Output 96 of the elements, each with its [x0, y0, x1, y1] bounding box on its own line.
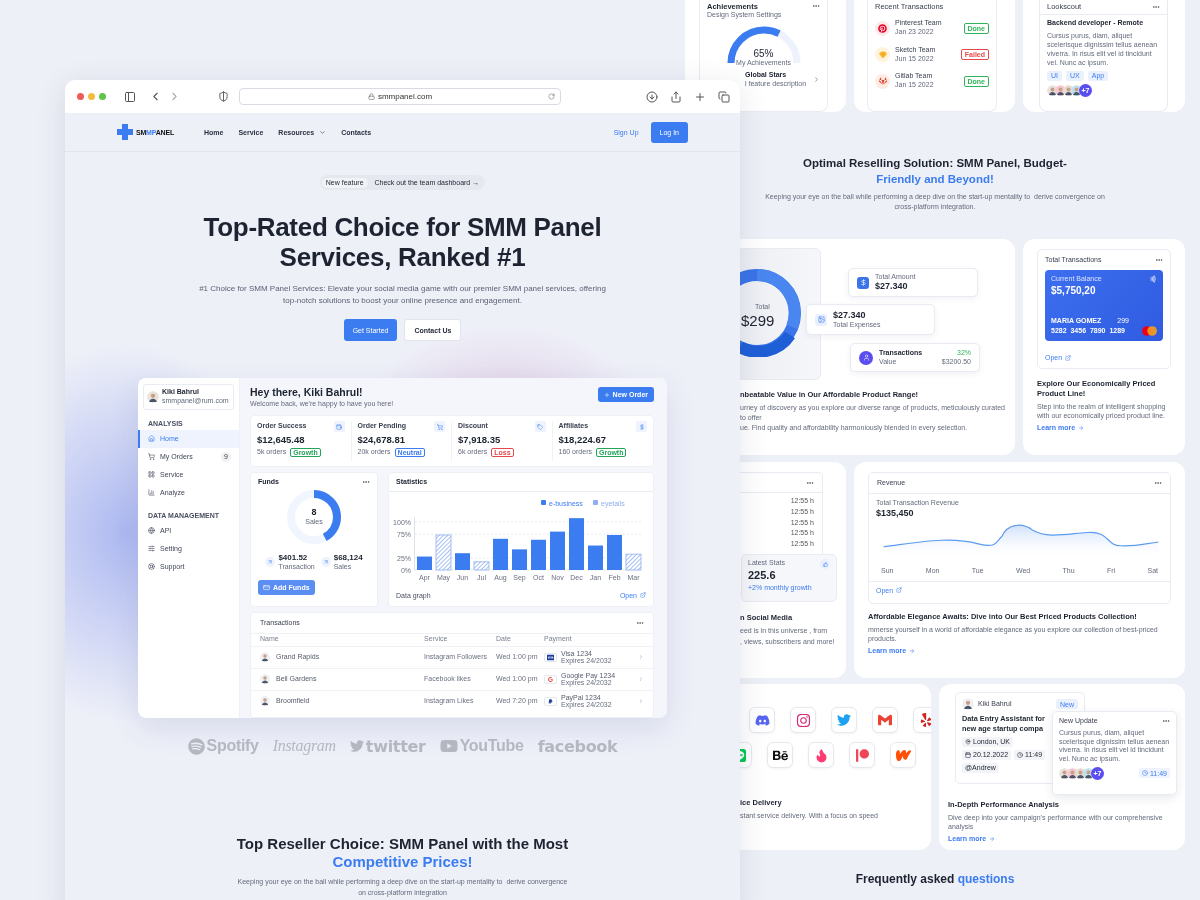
payment-logo-icon: [544, 696, 557, 706]
y-axis-line: [414, 516, 415, 571]
chevron-icon[interactable]: [813, 76, 820, 84]
thumbs-up-icon: [820, 559, 830, 569]
new-tab-icon[interactable]: [694, 90, 706, 103]
wallet-icon: [333, 421, 345, 433]
bird-app-icon: [831, 707, 857, 733]
download-icon[interactable]: [646, 90, 658, 103]
patreon-app-icon: [849, 742, 875, 768]
pin-icon: [875, 20, 890, 36]
hero-subtitle: #1 Choice for SMM Panel Services: Elevate your social media game with our premier SMM panel services, offering top-notch solutions to boost your online presence and engagement.: [198, 283, 607, 307]
more-icon[interactable]: [806, 479, 814, 487]
figure-value: $68,124: [333, 552, 363, 563]
calendar-icon: [965, 751, 971, 758]
chat-app-icon: [749, 707, 775, 733]
brand-logo: Spotify: [206, 737, 259, 756]
url-text: smmpanel.com: [377, 91, 433, 102]
avatar: [147, 390, 159, 403]
globe-icon: [148, 527, 155, 535]
avatar: [962, 698, 974, 710]
avatar: [260, 674, 270, 685]
more-icon[interactable]: [812, 2, 820, 10]
shield-icon[interactable]: [218, 91, 229, 102]
bar-chart-icon: [148, 489, 155, 497]
sliders-icon: [148, 545, 155, 553]
section-title-accent: Friendly and Beyond!: [876, 171, 994, 187]
cart-icon: [148, 453, 155, 461]
revenue-value: $135,450: [876, 507, 914, 519]
close-icon[interactable]: [77, 93, 84, 100]
dollar-icon: [636, 421, 647, 433]
brand-logo: twitter: [365, 736, 426, 756]
lifebuoy-icon: [148, 563, 155, 571]
share-icon[interactable]: [670, 90, 682, 103]
plus-icon: [603, 391, 610, 398]
donut-chart: [286, 488, 342, 545]
cart-icon: [434, 421, 445, 433]
brand-logo: Instagram: [272, 737, 336, 756]
payment-logo-icon: [544, 674, 557, 684]
amount-value: $27.340: [875, 281, 908, 293]
wave-app-icon: [890, 742, 916, 768]
grid-icon: [148, 471, 155, 479]
behance-app-icon: [767, 742, 793, 768]
fox-icon: [875, 73, 890, 89]
hero-title: Top-Rated Choice for SMM Panel: [203, 212, 602, 242]
pin-icon: [965, 738, 971, 745]
bird-icon: [349, 739, 364, 754]
section-title: Optimal Reselling Solution: SMM Panel, Budget-: [803, 156, 1067, 171]
dollar-icon: [857, 276, 869, 289]
address-bar[interactable]: smmpanel.com: [239, 88, 561, 105]
external-link-icon: [1065, 354, 1072, 361]
tag-icon: [534, 421, 546, 433]
avatar: [260, 652, 270, 663]
faq-title: Frequently asked questions: [854, 872, 1016, 886]
donut-value: 8: [311, 506, 317, 519]
external-link-icon: [640, 592, 646, 599]
contactless-icon: [1149, 274, 1157, 283]
spotify-icon: [187, 737, 205, 755]
figure-value: $401.52: [278, 552, 308, 563]
payment-logo-icon: [544, 652, 557, 662]
stat-value: $18,224.67: [558, 434, 608, 446]
clock-icon: [1142, 770, 1148, 777]
arrow-icon: [1078, 424, 1085, 431]
card-icon: [263, 583, 270, 591]
flame-app-icon: [808, 742, 834, 768]
brand-logo: facebook: [537, 736, 618, 756]
stat-value: $24,678.81: [357, 434, 407, 446]
maximize-icon[interactable]: [99, 93, 106, 100]
chevron-icon: [319, 128, 327, 136]
expenses-value: $27.340: [833, 309, 866, 321]
stat-value: $7,918.35: [458, 434, 502, 446]
lock-icon: [367, 93, 375, 100]
image-icon: [815, 313, 827, 326]
tabs-icon[interactable]: [718, 90, 730, 103]
external-link-icon: [896, 587, 903, 593]
balance-value: $5,750,20: [1051, 284, 1096, 297]
circles-logo-icon: [1142, 325, 1157, 336]
reload-icon[interactable]: [548, 93, 555, 100]
avatar: [260, 696, 270, 707]
user-icon: [859, 350, 873, 365]
mail-app-icon: [872, 707, 898, 733]
section-title: Top Reseller Choice: SMM Panel with the Most: [236, 835, 569, 854]
stats-value: 225.6: [748, 569, 777, 583]
arrow-icon: [909, 647, 916, 654]
camera-app-icon: [790, 707, 816, 733]
clock-icon: [1017, 751, 1024, 758]
home-icon: [148, 435, 155, 443]
donut-value: $299: [741, 311, 775, 331]
sidebar-icon[interactable]: [124, 90, 136, 103]
arrow-icon: [989, 835, 996, 842]
section-title-accent: Competitive Prices!: [332, 853, 473, 872]
greeting-title: Hey there, Kiki Bahrul!: [250, 386, 363, 400]
stat-value: $12,645.48: [257, 434, 306, 446]
logo-icon: [117, 124, 133, 140]
gauge-value: 65%: [753, 48, 774, 60]
brand-logo: YouTube: [459, 737, 524, 756]
hero-title: Services, Ranked #1: [279, 242, 526, 272]
